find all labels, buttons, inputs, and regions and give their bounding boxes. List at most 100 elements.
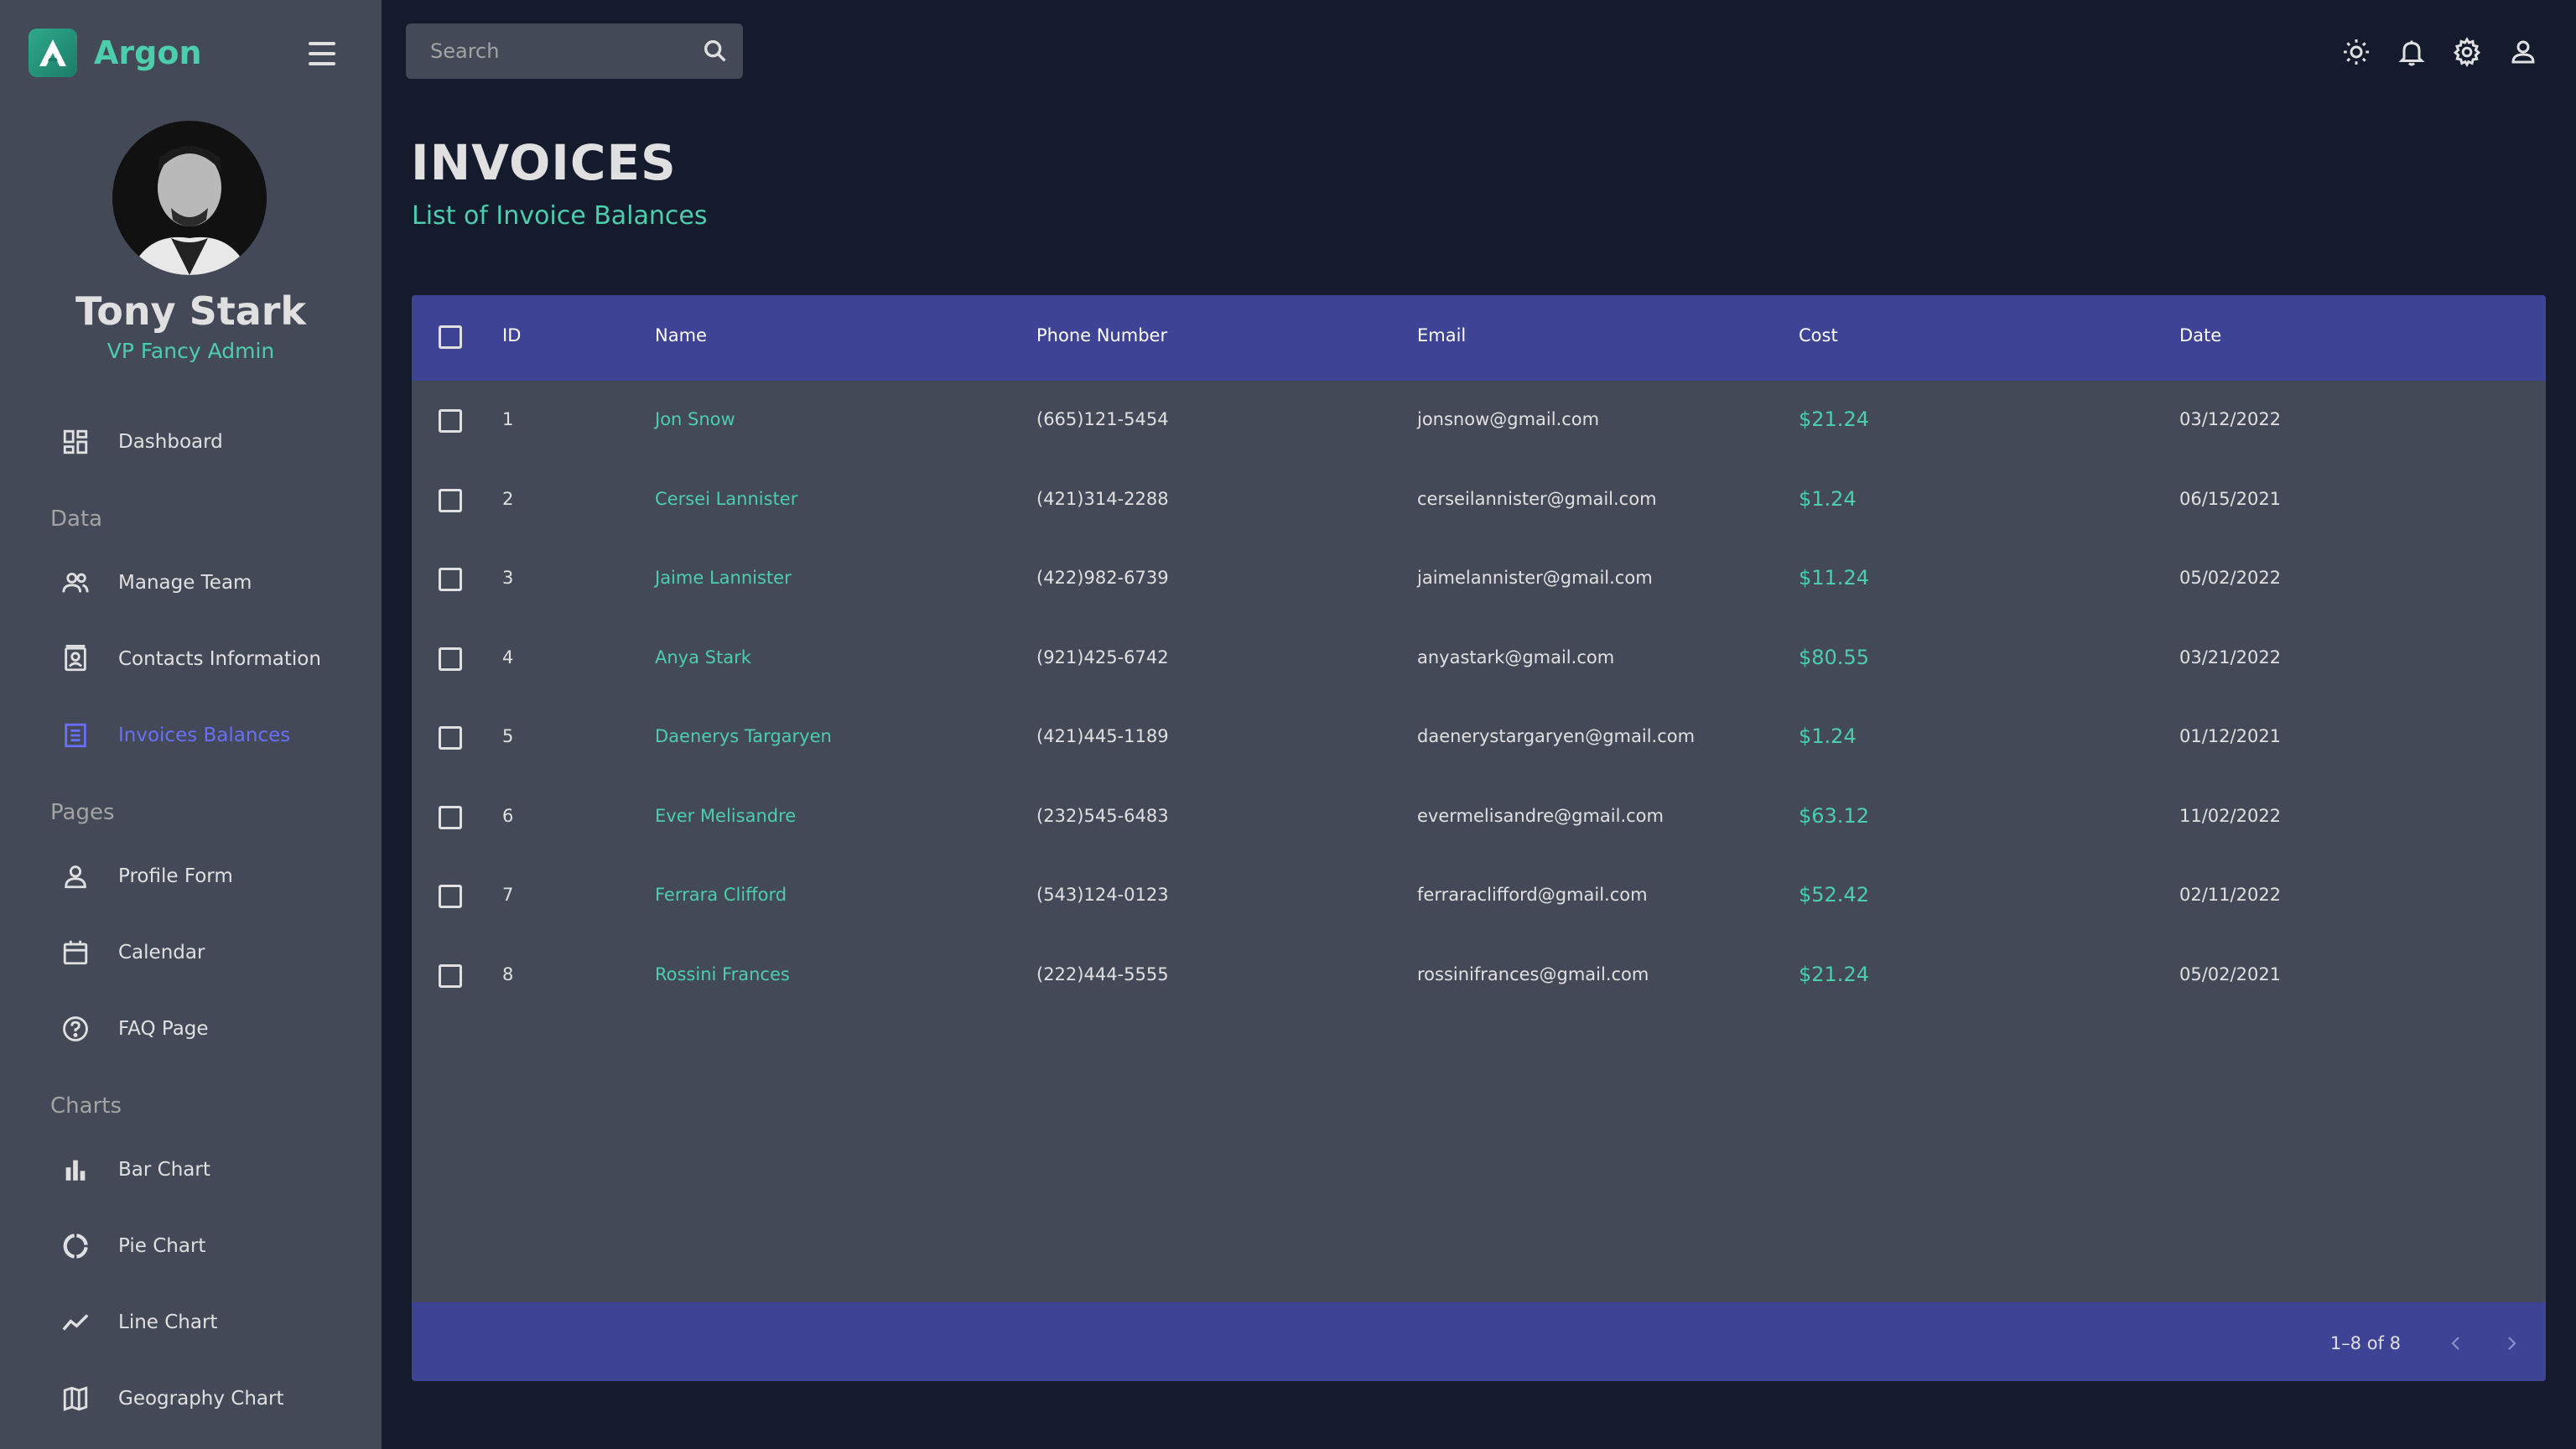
- table-row[interactable]: 1 Jon Snow (665)121-5454 jonsnow@gmail.c…: [412, 381, 2546, 460]
- sidebar-item-label: Bar Chart: [118, 1159, 210, 1181]
- cell-id: 1: [502, 409, 514, 429]
- sidebar-item-profile-form[interactable]: Profile Form: [0, 846, 382, 906]
- sidebar-item-bar-chart[interactable]: Bar Chart: [0, 1140, 382, 1200]
- cell-name: Cersei Lannister: [655, 488, 798, 509]
- cell-phone: (232)545-6483: [1036, 805, 1169, 826]
- cell-name: Jaime Lannister: [655, 568, 792, 588]
- table-row[interactable]: 2 Cersei Lannister (421)314-2288 cerseil…: [412, 460, 2546, 540]
- sidebar-item-label: Manage Team: [118, 572, 252, 594]
- table-row[interactable]: 7 Ferrara Clifford (543)124-0123 ferrara…: [412, 856, 2546, 936]
- column-header-name[interactable]: Name: [655, 325, 707, 345]
- bar-chart-icon: [60, 1155, 91, 1185]
- cell-email: jonsnow@gmail.com: [1417, 409, 1600, 429]
- column-header-phone[interactable]: Phone Number: [1036, 325, 1167, 345]
- cell-name: Daenerys Targaryen: [655, 726, 832, 746]
- row-checkbox[interactable]: [439, 963, 462, 988]
- column-header-date[interactable]: Date: [2179, 325, 2221, 345]
- search-input[interactable]: [406, 39, 683, 63]
- cell-email: anyastark@gmail.com: [1417, 647, 1615, 667]
- cell-date: 01/12/2021: [2179, 726, 2282, 746]
- sidebar-item-pie-chart[interactable]: Pie Chart: [0, 1216, 382, 1276]
- notifications-icon[interactable]: [2395, 35, 2428, 69]
- invoices-table: ID Name Phone Number Email Cost Date 1 J…: [412, 295, 2546, 1381]
- cell-email: rossinifrances@gmail.com: [1417, 963, 1649, 984]
- brand[interactable]: Argon: [29, 29, 202, 77]
- search-icon[interactable]: [701, 37, 730, 65]
- sidebar-item-invoices[interactable]: Invoices Balances: [0, 705, 382, 766]
- row-checkbox[interactable]: [439, 409, 462, 433]
- cell-name: Rossini Frances: [655, 963, 790, 984]
- sidebar-item-dashboard[interactable]: Dashboard: [0, 412, 382, 472]
- cell-id: 3: [502, 568, 514, 588]
- cell-date: 06/15/2021: [2179, 488, 2282, 509]
- row-checkbox[interactable]: [439, 647, 462, 671]
- chevron-right-icon[interactable]: [2499, 1331, 2524, 1356]
- timeline-icon: [60, 1307, 91, 1337]
- user-role: VP Fancy Admin: [106, 339, 275, 363]
- row-checkbox[interactable]: [439, 885, 462, 908]
- calendar-icon: [60, 937, 91, 968]
- light-mode-icon[interactable]: [2340, 35, 2373, 69]
- table-row[interactable]: 6 Ever Melisandre (232)545-6483 evermeli…: [412, 777, 2546, 857]
- row-checkbox[interactable]: [439, 488, 462, 512]
- sidebar-item-calendar[interactable]: Calendar: [0, 922, 382, 983]
- cell-id: 8: [502, 963, 514, 984]
- cell-id: 4: [502, 647, 514, 667]
- cell-date: 11/02/2022: [2179, 805, 2282, 826]
- dashboard-icon: [60, 427, 91, 457]
- chevron-left-icon[interactable]: [2444, 1331, 2469, 1356]
- cell-email: daenerystargaryen@gmail.com: [1417, 726, 1696, 746]
- sidebar-item-faq[interactable]: FAQ Page: [0, 999, 382, 1059]
- sidebar-item-contacts[interactable]: Contacts Information: [0, 629, 382, 689]
- person-icon: [60, 861, 91, 891]
- select-all-checkbox[interactable]: [439, 325, 462, 349]
- sidebar-item-line-chart[interactable]: Line Chart: [0, 1292, 382, 1353]
- column-header-email[interactable]: Email: [1417, 325, 1466, 345]
- sidebar: Argon Tony Stark VP Fancy Admin Dashboar…: [0, 0, 382, 1449]
- sidebar-item-label: FAQ Page: [118, 1018, 209, 1040]
- people-icon: [60, 568, 91, 598]
- map-icon: [60, 1384, 91, 1414]
- column-header-cost[interactable]: Cost: [1799, 325, 1838, 345]
- settings-gear-icon[interactable]: [2450, 35, 2484, 69]
- cell-phone: (421)314-2288: [1036, 488, 1169, 509]
- contacts-icon: [60, 644, 91, 674]
- account-icon[interactable]: [2506, 35, 2540, 69]
- cell-phone: (422)982-6739: [1036, 568, 1169, 588]
- cell-date: 03/12/2022: [2179, 409, 2282, 429]
- sidebar-item-label: Profile Form: [118, 865, 233, 887]
- cell-name: Anya Stark: [655, 647, 751, 667]
- cell-email: evermelisandre@gmail.com: [1417, 805, 1664, 826]
- cell-cost: $21.24: [1799, 962, 1869, 986]
- table-header: ID Name Phone Number Email Cost Date: [412, 295, 2546, 381]
- sidebar-item-label: Line Chart: [118, 1311, 218, 1333]
- menu-toggle-icon[interactable]: [305, 39, 339, 69]
- sidebar-item-geography-chart[interactable]: Geography Chart: [0, 1368, 382, 1429]
- cell-email: ferraraclifford@gmail.com: [1417, 885, 1648, 905]
- row-checkbox[interactable]: [439, 726, 462, 750]
- sidebar-item-manage-team[interactable]: Manage Team: [0, 553, 382, 613]
- cell-name: Ever Melisandre: [655, 805, 797, 826]
- avatar: [112, 121, 267, 275]
- cell-email: jaimelannister@gmail.com: [1417, 568, 1653, 588]
- table-row[interactable]: 5 Daenerys Targaryen (421)445-1189 daene…: [412, 698, 2546, 777]
- column-header-id[interactable]: ID: [502, 325, 521, 345]
- row-checkbox[interactable]: [439, 568, 462, 591]
- table-row[interactable]: 8 Rossini Frances (222)444-5555 rossinif…: [412, 936, 2546, 1015]
- cell-id: 2: [502, 488, 514, 509]
- cell-date: 05/02/2022: [2179, 568, 2282, 588]
- cell-cost: $1.24: [1799, 486, 1857, 511]
- cell-phone: (421)445-1189: [1036, 726, 1169, 746]
- table-footer: 1–8 of 8: [412, 1302, 2546, 1381]
- sidebar-item-label: Contacts Information: [118, 648, 321, 670]
- cell-date: 03/21/2022: [2179, 647, 2282, 667]
- argon-logo-icon: [29, 29, 77, 77]
- cell-id: 5: [502, 726, 514, 746]
- table-row[interactable]: 3 Jaime Lannister (422)982-6739 jaimelan…: [412, 539, 2546, 619]
- brand-name: Argon: [94, 34, 202, 71]
- cell-phone: (665)121-5454: [1036, 409, 1169, 429]
- table-row[interactable]: 4 Anya Stark (921)425-6742 anyastark@gma…: [412, 619, 2546, 699]
- row-checkbox[interactable]: [439, 805, 462, 829]
- donut-chart-icon: [60, 1231, 91, 1261]
- cell-cost: $63.12: [1799, 803, 1869, 828]
